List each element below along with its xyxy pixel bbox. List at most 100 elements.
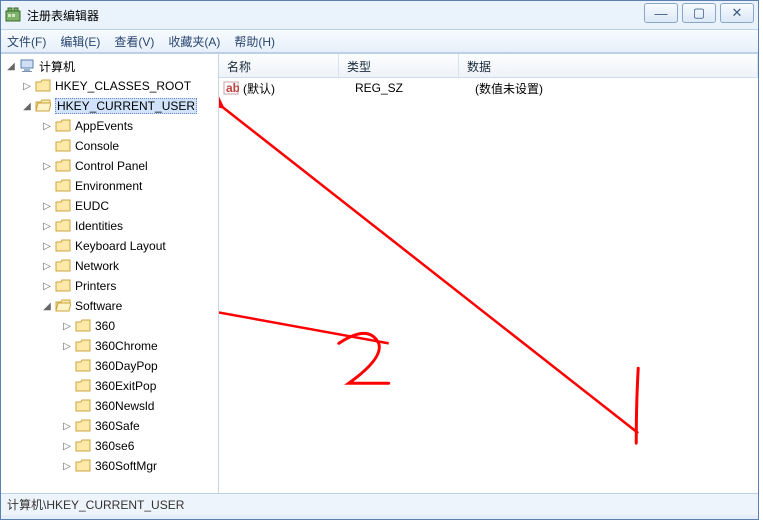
- row-data: (数值未设置): [475, 80, 758, 97]
- maximize-button[interactable]: ▢: [682, 3, 716, 23]
- menu-view[interactable]: 查看(V): [114, 33, 154, 50]
- tree-label: Identities: [75, 219, 123, 233]
- toggle-icon[interactable]: ▷: [61, 441, 73, 452]
- tree-item[interactable]: 360Newsld: [1, 396, 218, 416]
- tree-item[interactable]: 360ExitPop: [1, 376, 218, 396]
- string-value-icon: ab: [223, 81, 239, 95]
- window-title: 注册表编辑器: [27, 7, 99, 24]
- toggle-icon[interactable]: ▷: [61, 321, 73, 332]
- tree-item[interactable]: ▷ AppEvents: [1, 116, 218, 136]
- tree-item[interactable]: ▷ Network: [1, 256, 218, 276]
- tree-item[interactable]: ▷EUDC: [1, 196, 218, 216]
- tree-label: Printers: [75, 279, 116, 293]
- tree-label: 360: [95, 319, 115, 333]
- list-row[interactable]: ab (默认) REG_SZ (数值未设置): [219, 78, 758, 98]
- tree-software[interactable]: ◢ Software: [1, 296, 218, 316]
- tree-label: HKEY_CLASSES_ROOT: [55, 79, 191, 93]
- column-data[interactable]: 数据: [459, 54, 758, 77]
- titlebar[interactable]: 注册表编辑器 — ▢ ✕: [1, 1, 758, 29]
- toggle-icon[interactable]: ▷: [41, 161, 53, 172]
- toggle-icon[interactable]: ▷: [41, 201, 53, 212]
- tree-item[interactable]: Console: [1, 136, 218, 156]
- tree-item[interactable]: ▷ 360SoftMgr: [1, 456, 218, 476]
- tree-item[interactable]: ▷ Printers: [1, 276, 218, 296]
- tree-item[interactable]: 360DayPop: [1, 356, 218, 376]
- folder-icon: [55, 159, 71, 173]
- toggle-icon[interactable]: ▷: [41, 121, 53, 132]
- menu-help[interactable]: 帮助(H): [234, 33, 275, 50]
- folder-icon: [55, 239, 71, 253]
- toggle-icon[interactable]: ▷: [61, 421, 73, 432]
- minimize-button[interactable]: —: [644, 3, 678, 23]
- tree-pane[interactable]: ◢ 计算机 ▷ HKEY_CLASSES_ROOT ◢ HKEY_CURRENT…: [1, 54, 219, 493]
- menu-favorites[interactable]: 收藏夹(A): [168, 33, 220, 50]
- tree-hkcr[interactable]: ▷ HKEY_CLASSES_ROOT: [1, 76, 218, 96]
- column-name[interactable]: 名称: [219, 54, 339, 77]
- folder-icon: [55, 219, 71, 233]
- status-path: 计算机\HKEY_CURRENT_USER: [7, 496, 184, 513]
- tree-item[interactable]: ▷ 360Safe: [1, 416, 218, 436]
- row-name: (默认): [243, 80, 355, 97]
- toggle-icon[interactable]: ▷: [61, 341, 73, 352]
- tree-label: 360SoftMgr: [95, 459, 157, 473]
- registry-tree: ◢ 计算机 ▷ HKEY_CLASSES_ROOT ◢ HKEY_CURRENT…: [1, 56, 218, 476]
- toggle-icon[interactable]: ▷: [41, 261, 53, 272]
- tree-item[interactable]: ▷ 360Chrome: [1, 336, 218, 356]
- list-pane[interactable]: 名称 类型 数据 ab (默认) REG_SZ (数值未设置): [219, 54, 758, 493]
- tree-label: 360se6: [95, 439, 134, 453]
- tree-label: Console: [75, 139, 119, 153]
- toggle-icon[interactable]: ▷: [21, 81, 33, 92]
- toggle-icon[interactable]: ◢: [41, 301, 53, 312]
- row-type: REG_SZ: [355, 81, 475, 95]
- folder-icon: [55, 119, 71, 133]
- tree-label: 360ExitPop: [95, 379, 156, 393]
- tree-label: 360Newsld: [95, 399, 154, 413]
- folder-icon: [35, 79, 51, 93]
- statusbar: 计算机\HKEY_CURRENT_USER: [1, 493, 758, 515]
- tree-label: Software: [75, 299, 122, 313]
- toggle-icon[interactable]: ▷: [41, 281, 53, 292]
- window-controls: — ▢ ✕: [644, 3, 754, 23]
- tree-label: Environment: [75, 179, 142, 193]
- tree-item[interactable]: ▷ Keyboard Layout: [1, 236, 218, 256]
- tree-label: HKEY_CURRENT_USER: [55, 98, 197, 114]
- registry-editor-window: 注册表编辑器 — ▢ ✕ 文件(F) 编辑(E) 查看(V) 收藏夹(A) 帮助…: [0, 0, 759, 520]
- folder-icon: [55, 279, 71, 293]
- tree-label: AppEvents: [75, 119, 133, 133]
- tree-hkcu[interactable]: ◢ HKEY_CURRENT_USER: [1, 96, 218, 116]
- tree-label: 360Safe: [95, 419, 140, 433]
- toggle-icon[interactable]: ◢: [5, 61, 17, 72]
- tree-item[interactable]: Environment: [1, 176, 218, 196]
- column-type[interactable]: 类型: [339, 54, 459, 77]
- tree-label: 360DayPop: [95, 359, 158, 373]
- toggle-icon[interactable]: ▷: [41, 241, 53, 252]
- toggle-icon[interactable]: ◢: [21, 101, 33, 112]
- toggle-icon[interactable]: ▷: [61, 461, 73, 472]
- tree-item[interactable]: ▷ 360se6: [1, 436, 218, 456]
- folder-icon: [75, 319, 91, 333]
- toggle-icon[interactable]: ▷: [41, 221, 53, 232]
- folder-icon: [75, 419, 91, 433]
- tree-item[interactable]: ▷ Identities: [1, 216, 218, 236]
- folder-icon: [75, 399, 91, 413]
- folder-open-icon: [35, 99, 51, 113]
- svg-text:ab: ab: [226, 81, 239, 95]
- tree-item[interactable]: ▷ Control Panel: [1, 156, 218, 176]
- close-button[interactable]: ✕: [720, 3, 754, 23]
- tree-label: Network: [75, 259, 119, 273]
- menu-edit[interactable]: 编辑(E): [60, 33, 100, 50]
- folder-icon: [55, 139, 71, 153]
- tree-label: Control Panel: [75, 159, 148, 173]
- folder-icon: [75, 359, 91, 373]
- folder-icon: [75, 339, 91, 353]
- menu-file[interactable]: 文件(F): [7, 33, 46, 50]
- folder-icon: [75, 439, 91, 453]
- tree-label: Keyboard Layout: [75, 239, 166, 253]
- tree-root-computer[interactable]: ◢ 计算机: [1, 56, 218, 76]
- list-header: 名称 类型 数据: [219, 54, 758, 78]
- regedit-icon: [5, 7, 21, 23]
- tree-label: 360Chrome: [95, 339, 158, 353]
- content-area: ◢ 计算机 ▷ HKEY_CLASSES_ROOT ◢ HKEY_CURRENT…: [1, 53, 758, 493]
- folder-icon: [75, 459, 91, 473]
- tree-item[interactable]: ▷ 360: [1, 316, 218, 336]
